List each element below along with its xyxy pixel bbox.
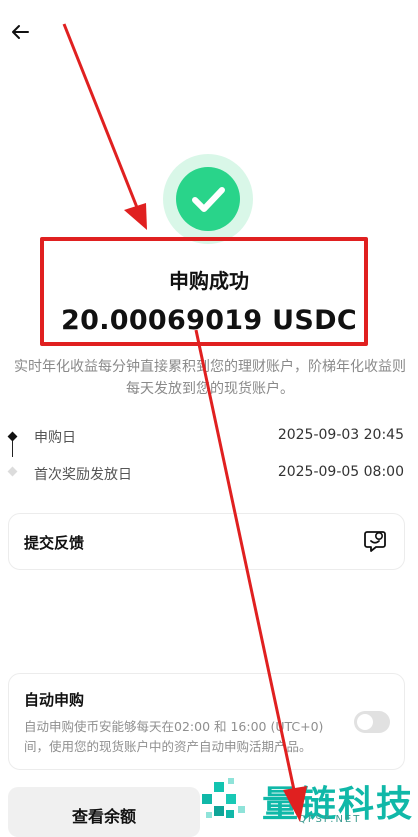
- auto-subscribe-description: 自动申购使币安能够每天在02:00 和 16:00 (UTC+0) 间，使用您的…: [24, 719, 324, 754]
- auto-subscribe-title: 自动申购: [24, 691, 85, 709]
- arrow-left-icon: [12, 25, 29, 39]
- timeline-label-first-reward-date: 首次奖励发放日: [34, 467, 132, 483]
- timeline-value-first-reward-date: 2025-09-05 08:00: [277, 464, 404, 480]
- view-balance-label: 查看余额: [71, 807, 136, 826]
- watermark-logo: [198, 772, 254, 828]
- check-circle-icon: [176, 167, 240, 231]
- status-description: 实时年化收益每分钟直接累积到您的理财账户，阶梯年化收益则每天发放到您的现货账户。: [14, 359, 406, 397]
- subscribed-amount: 20.00069019 USDC: [61, 305, 357, 336]
- toggle-knob: [357, 714, 373, 730]
- feedback-smile-icon[interactable]: [362, 528, 388, 554]
- timeline-dot-active: [7, 431, 18, 442]
- watermark-subtext: QFSP.NET: [298, 814, 362, 825]
- timeline-label-subscribe-date: 申购日: [34, 430, 76, 446]
- timeline-connector: [12, 441, 13, 457]
- timeline-value-subscribe-date: 2025-09-03 20:45: [277, 427, 404, 443]
- back-button[interactable]: [8, 20, 32, 44]
- timeline-dot-inactive: [7, 466, 18, 477]
- annotation-arrow-top: [62, 23, 147, 230]
- status-title: 申购成功: [169, 269, 249, 293]
- feedback-label: 提交反馈: [24, 534, 85, 552]
